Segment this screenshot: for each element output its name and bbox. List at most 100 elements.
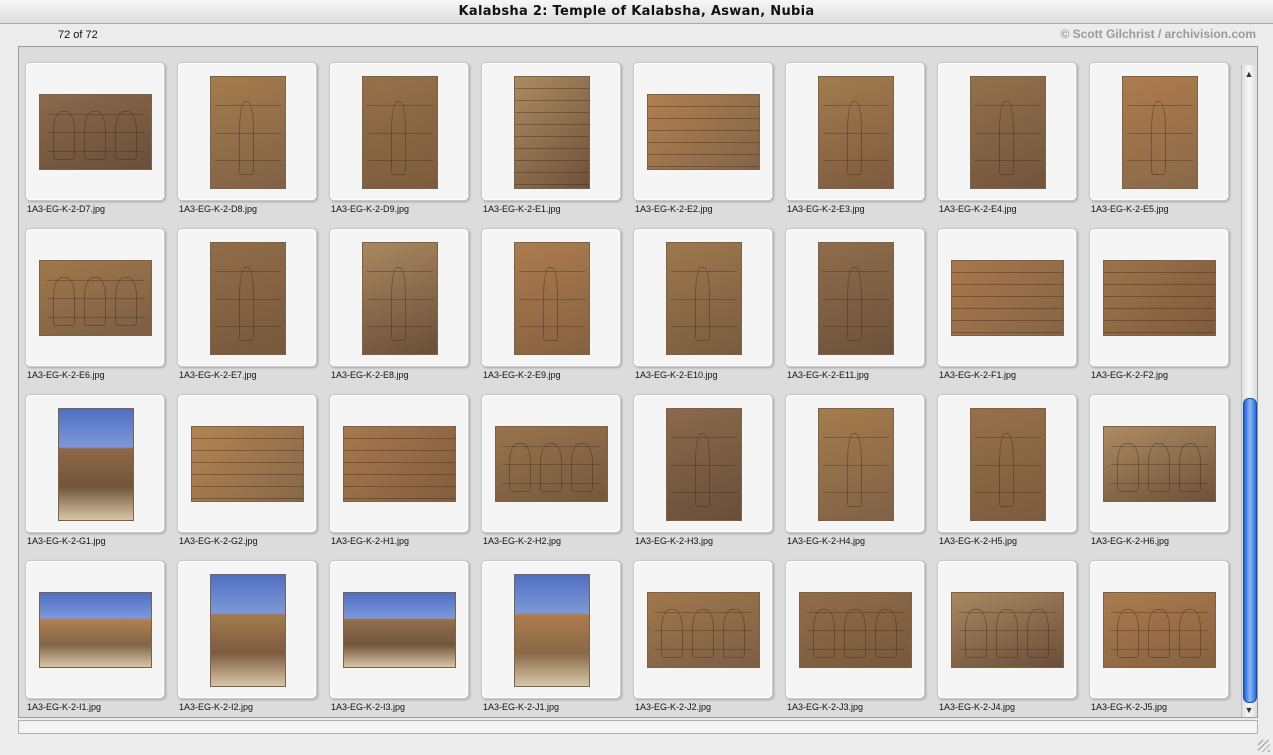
thumbnail-item[interactable]: 1A3-EG-K-2-G1.jpg (19, 379, 171, 546)
thumbnail-item[interactable]: 1A3-EG-K-2-H1.jpg (323, 379, 475, 546)
thumbnail-frame[interactable] (633, 228, 773, 367)
thumbnail-image[interactable] (818, 76, 894, 189)
thumbnail-item[interactable]: 1A3-EG-K-2-F2.jpg (1083, 213, 1235, 380)
thumbnail-frame[interactable] (329, 228, 469, 367)
thumbnail-image[interactable] (951, 260, 1064, 336)
thumbnail-image[interactable] (210, 76, 286, 189)
thumbnail-image[interactable] (951, 592, 1064, 668)
thumbnail-filename[interactable]: 1A3-EG-K-2-J4.jpg (939, 702, 1015, 712)
thumbnail-image[interactable] (343, 592, 456, 668)
thumbnail-item[interactable]: 1A3-EG-K-2-I1.jpg (19, 545, 171, 712)
thumbnail-frame[interactable] (1089, 62, 1229, 201)
thumbnail-item[interactable]: 1A3-EG-K-2-E9.jpg (475, 213, 627, 380)
thumbnail-item[interactable]: 1A3-EG-K-2-J3.jpg (779, 545, 931, 712)
up-arrow-icon[interactable]: ▲ (1242, 67, 1256, 81)
thumbnail-item[interactable]: 1A3-EG-K-2-H4.jpg (779, 379, 931, 546)
thumbnail-image[interactable] (39, 260, 152, 336)
thumbnail-frame[interactable] (633, 394, 773, 533)
thumbnail-frame[interactable] (937, 394, 1077, 533)
thumbnail-filename[interactable]: 1A3-EG-K-2-J5.jpg (1091, 702, 1167, 712)
thumbnail-item[interactable]: 1A3-EG-K-2-E4.jpg (931, 47, 1083, 214)
thumbnail-image[interactable] (970, 76, 1046, 189)
thumbnail-image[interactable] (514, 76, 590, 189)
scroll-thumb[interactable] (1243, 398, 1257, 703)
thumbnail-frame[interactable] (937, 62, 1077, 201)
thumbnail-image[interactable] (1122, 76, 1198, 189)
thumbnail-item[interactable]: 1A3-EG-K-2-D9.jpg (323, 47, 475, 214)
thumbnail-item[interactable]: 1A3-EG-K-2-J1.jpg (475, 545, 627, 712)
thumbnail-frame[interactable] (177, 228, 317, 367)
thumbnail-item[interactable]: 1A3-EG-K-2-E11.jpg (779, 213, 931, 380)
thumbnail-pane[interactable]: 1A3-EG-K-2-D7.jpg 1A3-EG-K-2-D8.jpg 1A3-EG… (18, 46, 1258, 718)
thumbnail-item[interactable]: 1A3-EG-K-2-J5.jpg (1083, 545, 1235, 712)
thumbnail-image[interactable] (647, 94, 760, 170)
resize-grip-icon[interactable] (1258, 740, 1270, 752)
thumbnail-frame[interactable] (329, 394, 469, 533)
thumbnail-image[interactable] (495, 426, 608, 502)
thumbnail-image[interactable] (343, 426, 456, 502)
thumbnail-item[interactable]: 1A3-EG-K-2-J2.jpg (627, 545, 779, 712)
thumbnail-frame[interactable] (785, 228, 925, 367)
thumbnail-frame[interactable] (25, 228, 165, 367)
thumbnail-image[interactable] (818, 408, 894, 521)
thumbnail-frame[interactable] (633, 62, 773, 201)
thumbnail-item[interactable]: 1A3-EG-K-2-J4.jpg (931, 545, 1083, 712)
thumbnail-item[interactable]: 1A3-EG-K-2-E1.jpg (475, 47, 627, 214)
thumbnail-item[interactable]: 1A3-EG-K-2-I3.jpg (323, 545, 475, 712)
thumbnail-item[interactable]: 1A3-EG-K-2-D8.jpg (171, 47, 323, 214)
thumbnail-item[interactable]: 1A3-EG-K-2-G2.jpg (171, 379, 323, 546)
thumbnail-filename[interactable]: 1A3-EG-K-2-J1.jpg (483, 702, 559, 712)
thumbnail-filename[interactable]: 1A3-EG-K-2-J2.jpg (635, 702, 711, 712)
thumbnail-frame[interactable] (1089, 560, 1229, 699)
thumbnail-image[interactable] (514, 242, 590, 355)
thumbnail-image[interactable] (362, 242, 438, 355)
down-arrow-icon[interactable]: ▼ (1242, 703, 1256, 717)
thumbnail-filename[interactable]: 1A3-EG-K-2-I2.jpg (179, 702, 253, 712)
thumbnail-frame[interactable] (1089, 394, 1229, 533)
vertical-scrollbar[interactable]: ▲ ▼ (1241, 65, 1257, 717)
thumbnail-image[interactable] (1103, 426, 1216, 502)
thumbnail-image[interactable] (514, 574, 590, 687)
thumbnail-image[interactable] (1103, 592, 1216, 668)
thumbnail-frame[interactable] (177, 560, 317, 699)
thumbnail-frame[interactable] (785, 560, 925, 699)
thumbnail-image[interactable] (39, 94, 152, 170)
thumbnail-frame[interactable] (177, 62, 317, 201)
thumbnail-item[interactable]: 1A3-EG-K-2-H3.jpg (627, 379, 779, 546)
thumbnail-frame[interactable] (25, 62, 165, 201)
thumbnail-image[interactable] (799, 592, 912, 668)
thumbnail-image[interactable] (191, 426, 304, 502)
thumbnail-item[interactable]: 1A3-EG-K-2-H6.jpg (1083, 379, 1235, 546)
thumbnail-frame[interactable] (329, 62, 469, 201)
thumbnail-image[interactable] (970, 408, 1046, 521)
thumbnail-frame[interactable] (329, 560, 469, 699)
thumbnail-item[interactable]: 1A3-EG-K-2-E2.jpg (627, 47, 779, 214)
thumbnail-item[interactable]: 1A3-EG-K-2-E6.jpg (19, 213, 171, 380)
thumbnail-image[interactable] (666, 408, 742, 521)
thumbnail-filename[interactable]: 1A3-EG-K-2-J3.jpg (787, 702, 863, 712)
thumbnail-frame[interactable] (481, 62, 621, 201)
thumbnail-item[interactable]: 1A3-EG-K-2-I2.jpg (171, 545, 323, 712)
thumbnail-item[interactable]: 1A3-EG-K-2-F1.jpg (931, 213, 1083, 380)
thumbnail-image[interactable] (39, 592, 152, 668)
thumbnail-frame[interactable] (25, 560, 165, 699)
thumbnail-image[interactable] (1103, 260, 1216, 336)
thumbnail-filename[interactable]: 1A3-EG-K-2-I1.jpg (27, 702, 101, 712)
thumbnail-frame[interactable] (937, 228, 1077, 367)
thumbnail-item[interactable]: 1A3-EG-K-2-E7.jpg (171, 213, 323, 380)
thumbnail-filename[interactable]: 1A3-EG-K-2-I3.jpg (331, 702, 405, 712)
thumbnail-image[interactable] (210, 242, 286, 355)
thumbnail-image[interactable] (818, 242, 894, 355)
thumbnail-frame[interactable] (1089, 228, 1229, 367)
thumbnail-frame[interactable] (937, 560, 1077, 699)
thumbnail-item[interactable]: 1A3-EG-K-2-H5.jpg (931, 379, 1083, 546)
thumbnail-image[interactable] (58, 408, 134, 521)
thumbnail-image[interactable] (666, 242, 742, 355)
thumbnail-frame[interactable] (177, 394, 317, 533)
thumbnail-image[interactable] (210, 574, 286, 687)
thumbnail-item[interactable]: 1A3-EG-K-2-E3.jpg (779, 47, 931, 214)
thumbnail-frame[interactable] (785, 394, 925, 533)
thumbnail-frame[interactable] (481, 228, 621, 367)
thumbnail-image[interactable] (362, 76, 438, 189)
thumbnail-item[interactable]: 1A3-EG-K-2-E8.jpg (323, 213, 475, 380)
